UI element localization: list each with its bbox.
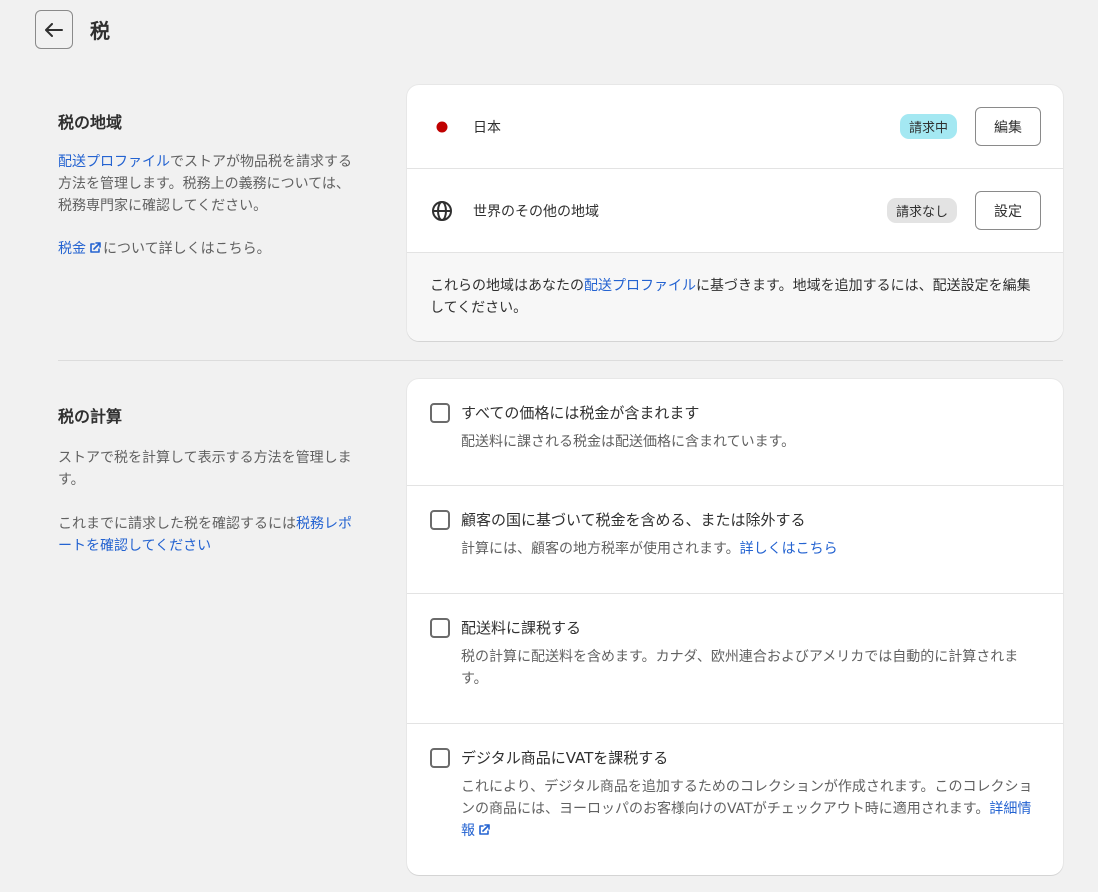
country-based-tax-checkbox[interactable] xyxy=(430,509,450,530)
shipping-profile-note-link[interactable]: 配送プロファイル xyxy=(584,278,696,294)
tax-learn-link[interactable]: 税金 xyxy=(58,241,103,257)
prices-include-tax-checkbox[interactable] xyxy=(430,402,450,423)
tax-report-prefix: これまでに請求した税を確認するには xyxy=(58,516,296,532)
external-link-icon xyxy=(90,242,101,253)
region-row-japan: 日本 請求中 編集 xyxy=(407,85,1063,169)
tax-report-text: これまでに請求した税を確認するには税務レポートを確認してください xyxy=(58,513,358,557)
option-description: 配送料に課される税金は配送価格に含まれています。 xyxy=(461,434,796,450)
top-bar: 税 xyxy=(35,10,110,49)
shipping-profile-link[interactable]: 配送プロファイル xyxy=(58,154,170,170)
option-description-text: これにより、デジタル商品を追加するためのコレクションが作成されます。このコレクシ… xyxy=(461,779,1033,817)
option-row-country-based-tax: 顧客の国に基づいて税金を含める、または除外する 計算には、顧客の地方税率が使用さ… xyxy=(407,486,1063,594)
status-badge: 請求なし xyxy=(886,198,957,223)
tax-regions-card: 日本 請求中 編集 世界のその他の地域 請求なし 設定 これらの地域はあなたの配… xyxy=(407,85,1063,341)
section-divider xyxy=(58,360,1063,361)
tax-learn-more: 税金 について詳しくはこちら。 xyxy=(58,238,358,260)
status-badge: 請求中 xyxy=(899,114,957,139)
option-description: 計算には、顧客の地方税率が使用されます。詳しくはこちら xyxy=(461,538,1041,560)
option-row-tax-shipping: 配送料に課税する 税の計算に配送料を含めます。カナダ、欧州連合およびアメリカでは… xyxy=(407,594,1063,724)
option-row-digital-vat: デジタル商品にVATを課税する これにより、デジタル商品を追加するためのコレクシ… xyxy=(407,724,1063,875)
external-link-icon xyxy=(479,824,490,835)
regions-note: これらの地域はあなたの配送プロファイルに基づきます。地域を追加するには、配送設定… xyxy=(407,253,1063,341)
option-description: これにより、デジタル商品を追加するためのコレクションが作成されます。このコレクシ… xyxy=(461,776,1041,842)
region-name: 世界のその他の地域 xyxy=(473,203,599,220)
tax-calc-info: 税の計算 ストアで税を計算して表示する方法を管理します。 これまでに請求した税を… xyxy=(58,379,358,557)
tax-learn-link-label: 税金 xyxy=(58,241,86,257)
option-label: 顧客の国に基づいて税金を含める、または除外する xyxy=(461,511,806,529)
arrow-left-icon xyxy=(45,22,63,37)
tax-regions-info: 税の地域 配送プロファイルでストアが物品税を請求する方法を管理します。税務上の義… xyxy=(58,85,358,260)
learn-more-link[interactable]: 詳しくはこちら xyxy=(740,541,838,557)
option-row-prices-include-tax: すべての価格には税金が含まれます 配送料に課される税金は配送価格に含まれています… xyxy=(407,379,1063,486)
option-label: デジタル商品にVATを課税する xyxy=(461,749,669,767)
tax-calc-description: ストアで税を計算して表示する方法を管理します。 xyxy=(58,450,352,488)
region-row-rest-of-world: 世界のその他の地域 請求なし 設定 xyxy=(407,169,1063,253)
tax-shipping-checkbox[interactable] xyxy=(430,617,450,638)
tax-calc-card: すべての価格には税金が含まれます 配送料に課される税金は配送価格に含まれています… xyxy=(407,379,1063,875)
digital-vat-checkbox[interactable] xyxy=(430,747,450,768)
setup-button[interactable]: 設定 xyxy=(975,191,1041,230)
red-dot-icon xyxy=(431,121,453,133)
regions-note-prefix: これらの地域はあなたの xyxy=(430,278,584,294)
back-button[interactable] xyxy=(35,10,73,49)
page-title: 税 xyxy=(90,19,110,43)
tax-regions-description: 配送プロファイルでストアが物品税を請求する方法を管理します。税務上の義務について… xyxy=(58,151,358,217)
option-label: 配送料に課税する xyxy=(461,619,582,637)
option-description-text: 計算には、顧客の地方税率が使用されます。 xyxy=(461,541,740,557)
globe-icon xyxy=(431,200,453,222)
edit-button[interactable]: 編集 xyxy=(975,107,1041,146)
option-label: すべての価格には税金が含まれます xyxy=(461,404,700,422)
tax-learn-text: について詳しくはこちら。 xyxy=(103,241,271,257)
tax-calc-title: 税の計算 xyxy=(58,407,123,426)
region-name: 日本 xyxy=(473,119,501,136)
tax-regions-title: 税の地域 xyxy=(58,113,123,132)
option-description: 税の計算に配送料を含めます。カナダ、欧州連合およびアメリカでは自動的に計算されま… xyxy=(461,649,1019,687)
